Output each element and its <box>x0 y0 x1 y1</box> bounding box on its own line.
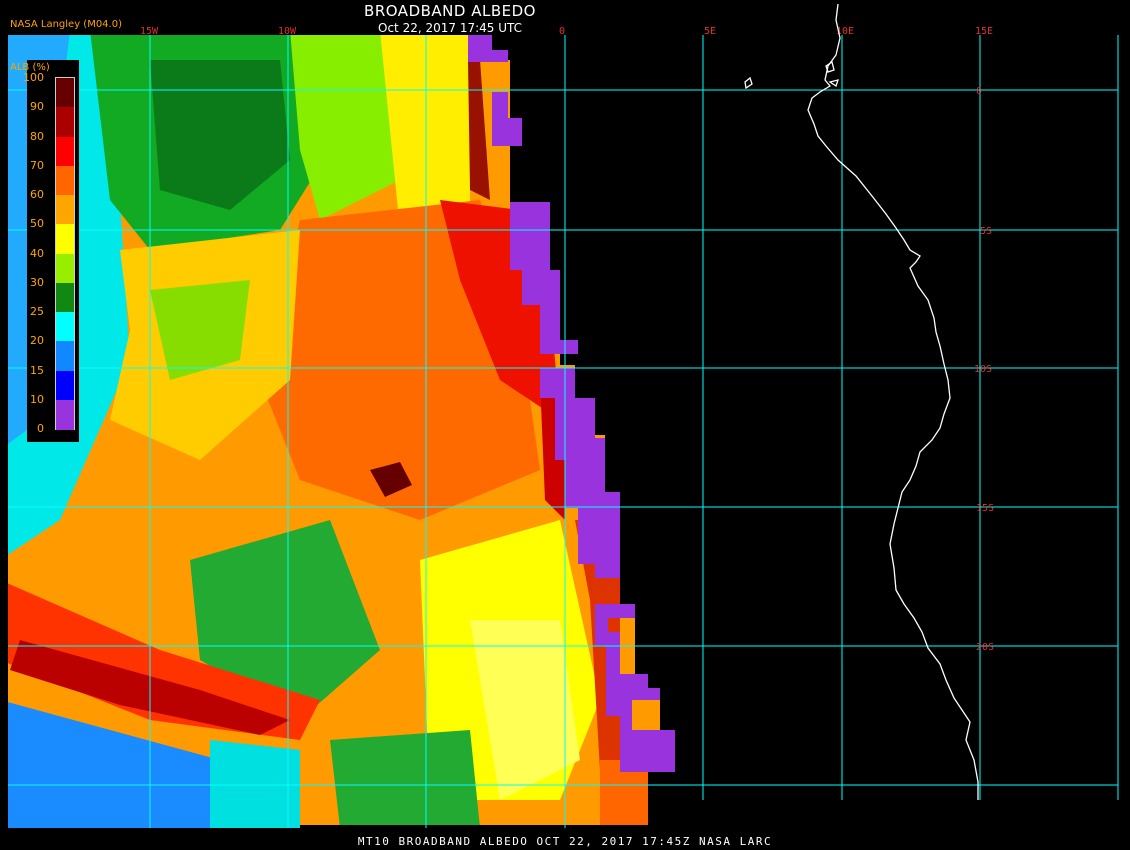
legend-label: 40 <box>30 246 44 260</box>
legend-swatch <box>56 282 74 313</box>
legend-label: 60 <box>30 188 44 201</box>
legend-swatch <box>56 165 74 196</box>
legend-label: 10 <box>30 392 44 406</box>
legend-label: 30 <box>30 275 44 289</box>
legend-label: 80 <box>30 129 44 143</box>
legend-swatch <box>56 78 74 108</box>
lat-label-10s: 10S <box>974 364 992 375</box>
legend-label: 0 <box>37 422 44 435</box>
legend-swatch-column <box>55 77 75 430</box>
lat-label-0: 0 <box>976 86 982 97</box>
legend-label: 70 <box>30 158 44 172</box>
lon-label-15e: 15E <box>975 26 993 37</box>
coastline <box>744 3 979 800</box>
lat-label-20s: 20S <box>976 642 994 653</box>
footer-caption: MT10 BROADBAND ALBEDO OCT 22, 2017 17:45… <box>357 835 773 848</box>
legend-swatch <box>56 370 74 401</box>
legend-swatch <box>56 341 74 371</box>
legend-label: 90 <box>30 100 44 114</box>
legend-swatch <box>56 107 74 137</box>
legend-swatch <box>56 399 74 430</box>
legend-label: 50 <box>30 217 44 231</box>
legend-label: 100 <box>23 71 44 84</box>
lat-label-5s: 5S <box>980 226 992 237</box>
legend-swatch <box>56 253 74 284</box>
legend-swatch <box>56 224 74 254</box>
albedo-map: 15W 10W 0 5E 10E 15E 0 5S 10S 15S 20S <box>8 3 1119 828</box>
legend-swatch <box>56 136 74 167</box>
map-title: BROADBAND ALBEDO <box>364 2 536 20</box>
lat-label-15s: 15S <box>976 503 994 514</box>
legend-label: 20 <box>30 334 44 348</box>
legend-swatch <box>56 312 74 342</box>
map-datetime: Oct 22, 2017 17:45 UTC <box>378 21 522 35</box>
legend-label: 25 <box>30 305 44 318</box>
legend-swatch <box>56 195 74 225</box>
producer-label: NASA Langley (M04.0) <box>10 19 122 30</box>
legend-label: 15 <box>30 363 44 377</box>
